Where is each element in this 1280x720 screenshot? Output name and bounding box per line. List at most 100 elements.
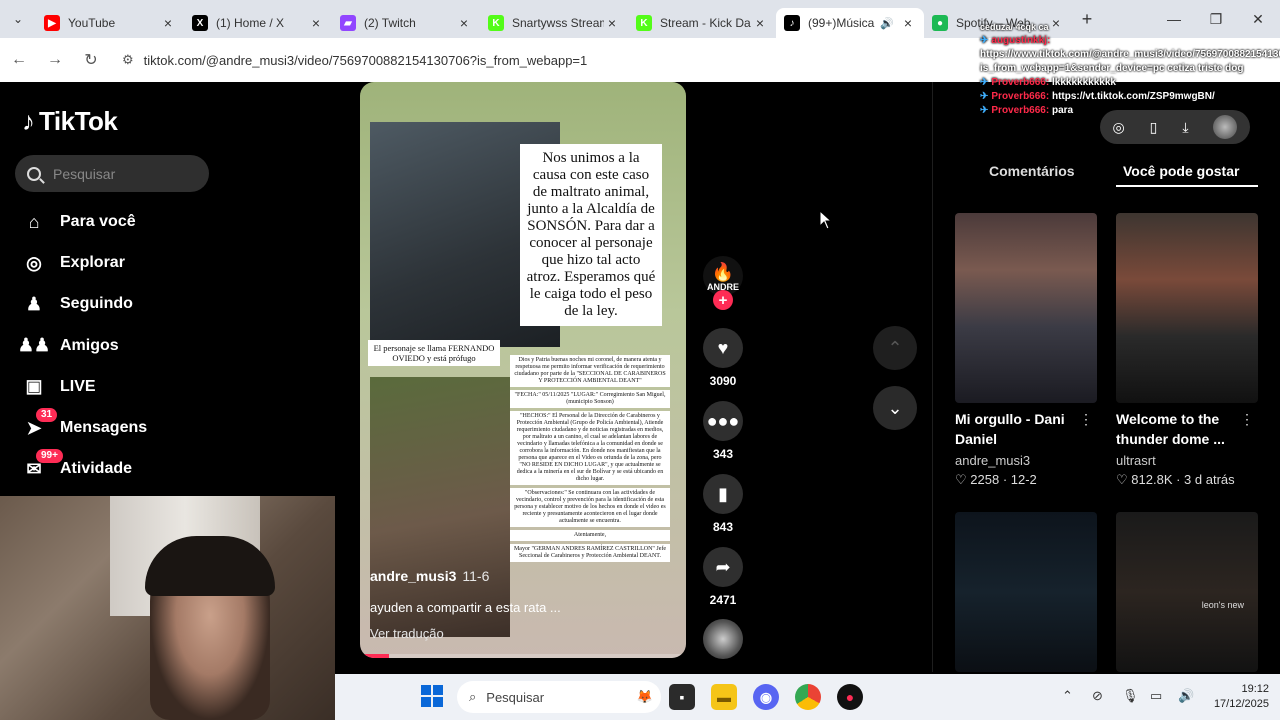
tab-comments[interactable]: Comentários <box>989 163 1075 179</box>
file-explorer-icon[interactable]: ▬ <box>711 684 737 710</box>
sidebar-item-seguindo[interactable]: ♟ Seguindo <box>22 286 133 322</box>
share-icon[interactable]: ➦ <box>703 547 743 587</box>
card-title[interactable]: Welcome to the thunder dome ... <box>1116 409 1240 449</box>
share-action[interactable]: ➦ 2471 <box>703 547 743 607</box>
forward-button[interactable]: → <box>38 43 72 77</box>
explore-icon[interactable]: ◎ <box>1112 119 1124 136</box>
comment-action[interactable]: ●●● 343 <box>703 401 743 461</box>
browser-tab[interactable]: ▰ (2) Twitch × <box>332 8 480 38</box>
tab-close-icon[interactable]: × <box>604 15 620 31</box>
url-field[interactable]: ⚙ tiktok.com/@andre_musi3/video/75697008… <box>112 44 992 76</box>
chat-username: Proverb666: <box>991 77 1050 88</box>
recommended-video-card[interactable]: Mi orgullo - Dani Daniel ⋮ andre_musi3 ♡ 22… <box>955 213 1097 488</box>
video-thumbnail[interactable] <box>955 213 1097 403</box>
tiktok-logo[interactable]: ♪ TikTok <box>22 106 118 137</box>
bookmark-icon[interactable]: ▮ <box>703 474 743 514</box>
document-paragraph: Mayor "GERMAN ANDRES RAMÍREZ CASTRILLON"… <box>510 544 670 562</box>
document-paragraph: "Observaciones:" Se continuara con las a… <box>510 488 670 527</box>
download-icon[interactable]: ⤓ <box>1182 119 1188 136</box>
search-box[interactable] <box>15 155 209 192</box>
network-icon[interactable]: ⊘ <box>1092 688 1103 704</box>
sidebar-item-para-você[interactable]: ⌂ Para você <box>22 204 136 240</box>
tab-close-icon[interactable]: × <box>160 15 176 31</box>
tabs-container: ▶ YouTube × X (1) Home / X × ▰ (2) Twitch × K Snar… <box>36 0 1072 38</box>
taskbar-clock[interactable]: 19:12 17/12/2025 <box>1185 682 1269 712</box>
card-author[interactable]: ultrasrt <box>1116 453 1258 468</box>
comment-icon[interactable]: ●●● <box>703 401 743 441</box>
video-player[interactable]: Nos unimos a la causa con este caso de m… <box>360 82 686 658</box>
sidebar-item-amigos[interactable]: ♟♟ Amigos <box>18 328 119 364</box>
tab-close-icon[interactable]: × <box>900 15 916 31</box>
reload-button[interactable]: ↻ <box>74 43 108 77</box>
browser-tab[interactable]: X (1) Home / X × <box>184 8 332 38</box>
browser-tab[interactable]: ▶ YouTube × <box>36 8 184 38</box>
app-icon[interactable]: ● <box>837 684 863 710</box>
browser-tab[interactable]: K Stream - Kick Da × <box>628 8 776 38</box>
search-input[interactable] <box>53 165 203 182</box>
recommended-video-card[interactable]: leon's new <box>1116 512 1258 672</box>
heart-icon[interactable]: ♥ <box>703 328 743 368</box>
taskbar-search[interactable]: ⌕ Pesquisar 🦊 <box>457 681 661 713</box>
video-author[interactable]: andre_musi3 11-6 <box>370 568 489 584</box>
back-button[interactable]: ← <box>2 43 36 77</box>
video-thumbnail[interactable]: leon's new <box>1116 512 1258 672</box>
more-options-icon[interactable]: ⋮ <box>1240 411 1254 428</box>
music-disc-icon[interactable] <box>703 619 743 659</box>
tab-title: YouTube <box>68 16 116 30</box>
card-title[interactable]: Mi orgullo - Dani Daniel <box>955 409 1079 449</box>
browser-tab[interactable]: ♪ (99+)Música 🔊 × <box>776 8 924 38</box>
windows-start-icon[interactable] <box>421 685 443 707</box>
document-paragraph: "FECHA:" 05/11/2025 "LUGAR:" Corregimien… <box>510 390 670 408</box>
tab-close-icon[interactable]: × <box>456 15 472 31</box>
recommended-video-card[interactable] <box>955 512 1097 672</box>
recommended-video-card[interactable]: Welcome to the thunder dome ... ⋮ ultrasrt… <box>1116 213 1258 488</box>
card-stats: ♡ 2258 · 12-2 <box>955 472 1037 487</box>
video-thumbnail[interactable] <box>955 512 1097 672</box>
video-thumbnail[interactable] <box>1116 213 1258 403</box>
chat-text: https://www.tiktok.com/@andre_musi3/vide… <box>980 49 1280 74</box>
tab-title: Stream - Kick Da <box>660 16 751 30</box>
card-author[interactable]: andre_musi3 <box>955 453 1097 468</box>
notification-badge: 99+ <box>36 449 63 464</box>
follow-button[interactable]: + <box>713 290 733 310</box>
card-likes: 812.8K <box>1131 472 1173 487</box>
next-video-button[interactable]: ⌄ <box>873 386 917 430</box>
translate-link[interactable]: Ver tradução <box>370 626 444 641</box>
save-count: 843 <box>712 520 734 534</box>
phone-icon[interactable]: ▯ <box>1150 119 1158 136</box>
sidebar-item-mensagens[interactable]: ➤ 31 Mensagens <box>22 408 147 446</box>
tab-audio-icon[interactable]: 🔊 <box>880 17 894 30</box>
microphone-icon[interactable]: 🎙 <box>1122 688 1139 704</box>
display-icon[interactable]: ▭ <box>1150 688 1162 704</box>
video-overlay-text: Nos unimos a la causa con este caso de m… <box>520 144 662 326</box>
compass-icon: ◎ <box>22 251 46 275</box>
video-progress-bar[interactable] <box>360 654 686 658</box>
discord-icon[interactable]: ◉ <box>753 684 779 710</box>
chat-username: Proverb666: <box>991 105 1050 116</box>
user-avatar[interactable] <box>1213 115 1238 139</box>
save-action[interactable]: ▮ 843 <box>703 474 743 534</box>
video-description[interactable]: ayuden a compartir a esta rata ... <box>370 600 561 615</box>
sidebar-item-atividade[interactable]: ✉ 99+ Atividade <box>22 449 132 487</box>
tab-close-icon[interactable]: × <box>308 15 324 31</box>
previous-video-button[interactable]: ⌃ <box>873 326 917 370</box>
tab-you-may-like[interactable]: Você pode gostar <box>1123 163 1239 179</box>
more-options-icon[interactable]: ⋮ <box>1079 411 1093 428</box>
friends-icon: ♟♟ <box>18 334 50 358</box>
tiktok-note-icon: ♪ <box>22 106 35 136</box>
sidebar-item-live[interactable]: ▣ LIVE <box>22 369 95 405</box>
chrome-icon[interactable] <box>795 684 821 710</box>
task-view-icon[interactable]: ▪ <box>669 684 695 710</box>
tab-search-button[interactable]: ⌄ <box>0 0 36 38</box>
like-count: 3090 <box>709 374 737 388</box>
browser-tab[interactable]: K Snartywss Stream × <box>480 8 628 38</box>
active-tab-indicator <box>1116 185 1258 187</box>
tray-overflow-icon[interactable]: ⌃ <box>1062 688 1073 704</box>
sidebar-item-explorar[interactable]: ◎ Explorar <box>22 245 125 281</box>
chat-username: augustinkkj: <box>991 35 1051 46</box>
chat-username: Proverb666: <box>991 91 1050 102</box>
site-info-icon[interactable]: ⚙ <box>122 52 134 68</box>
like-action[interactable]: ♥ 3090 <box>703 328 743 388</box>
tab-close-icon[interactable]: × <box>752 15 768 31</box>
activity-icon: ✉ 99+ <box>22 449 63 481</box>
